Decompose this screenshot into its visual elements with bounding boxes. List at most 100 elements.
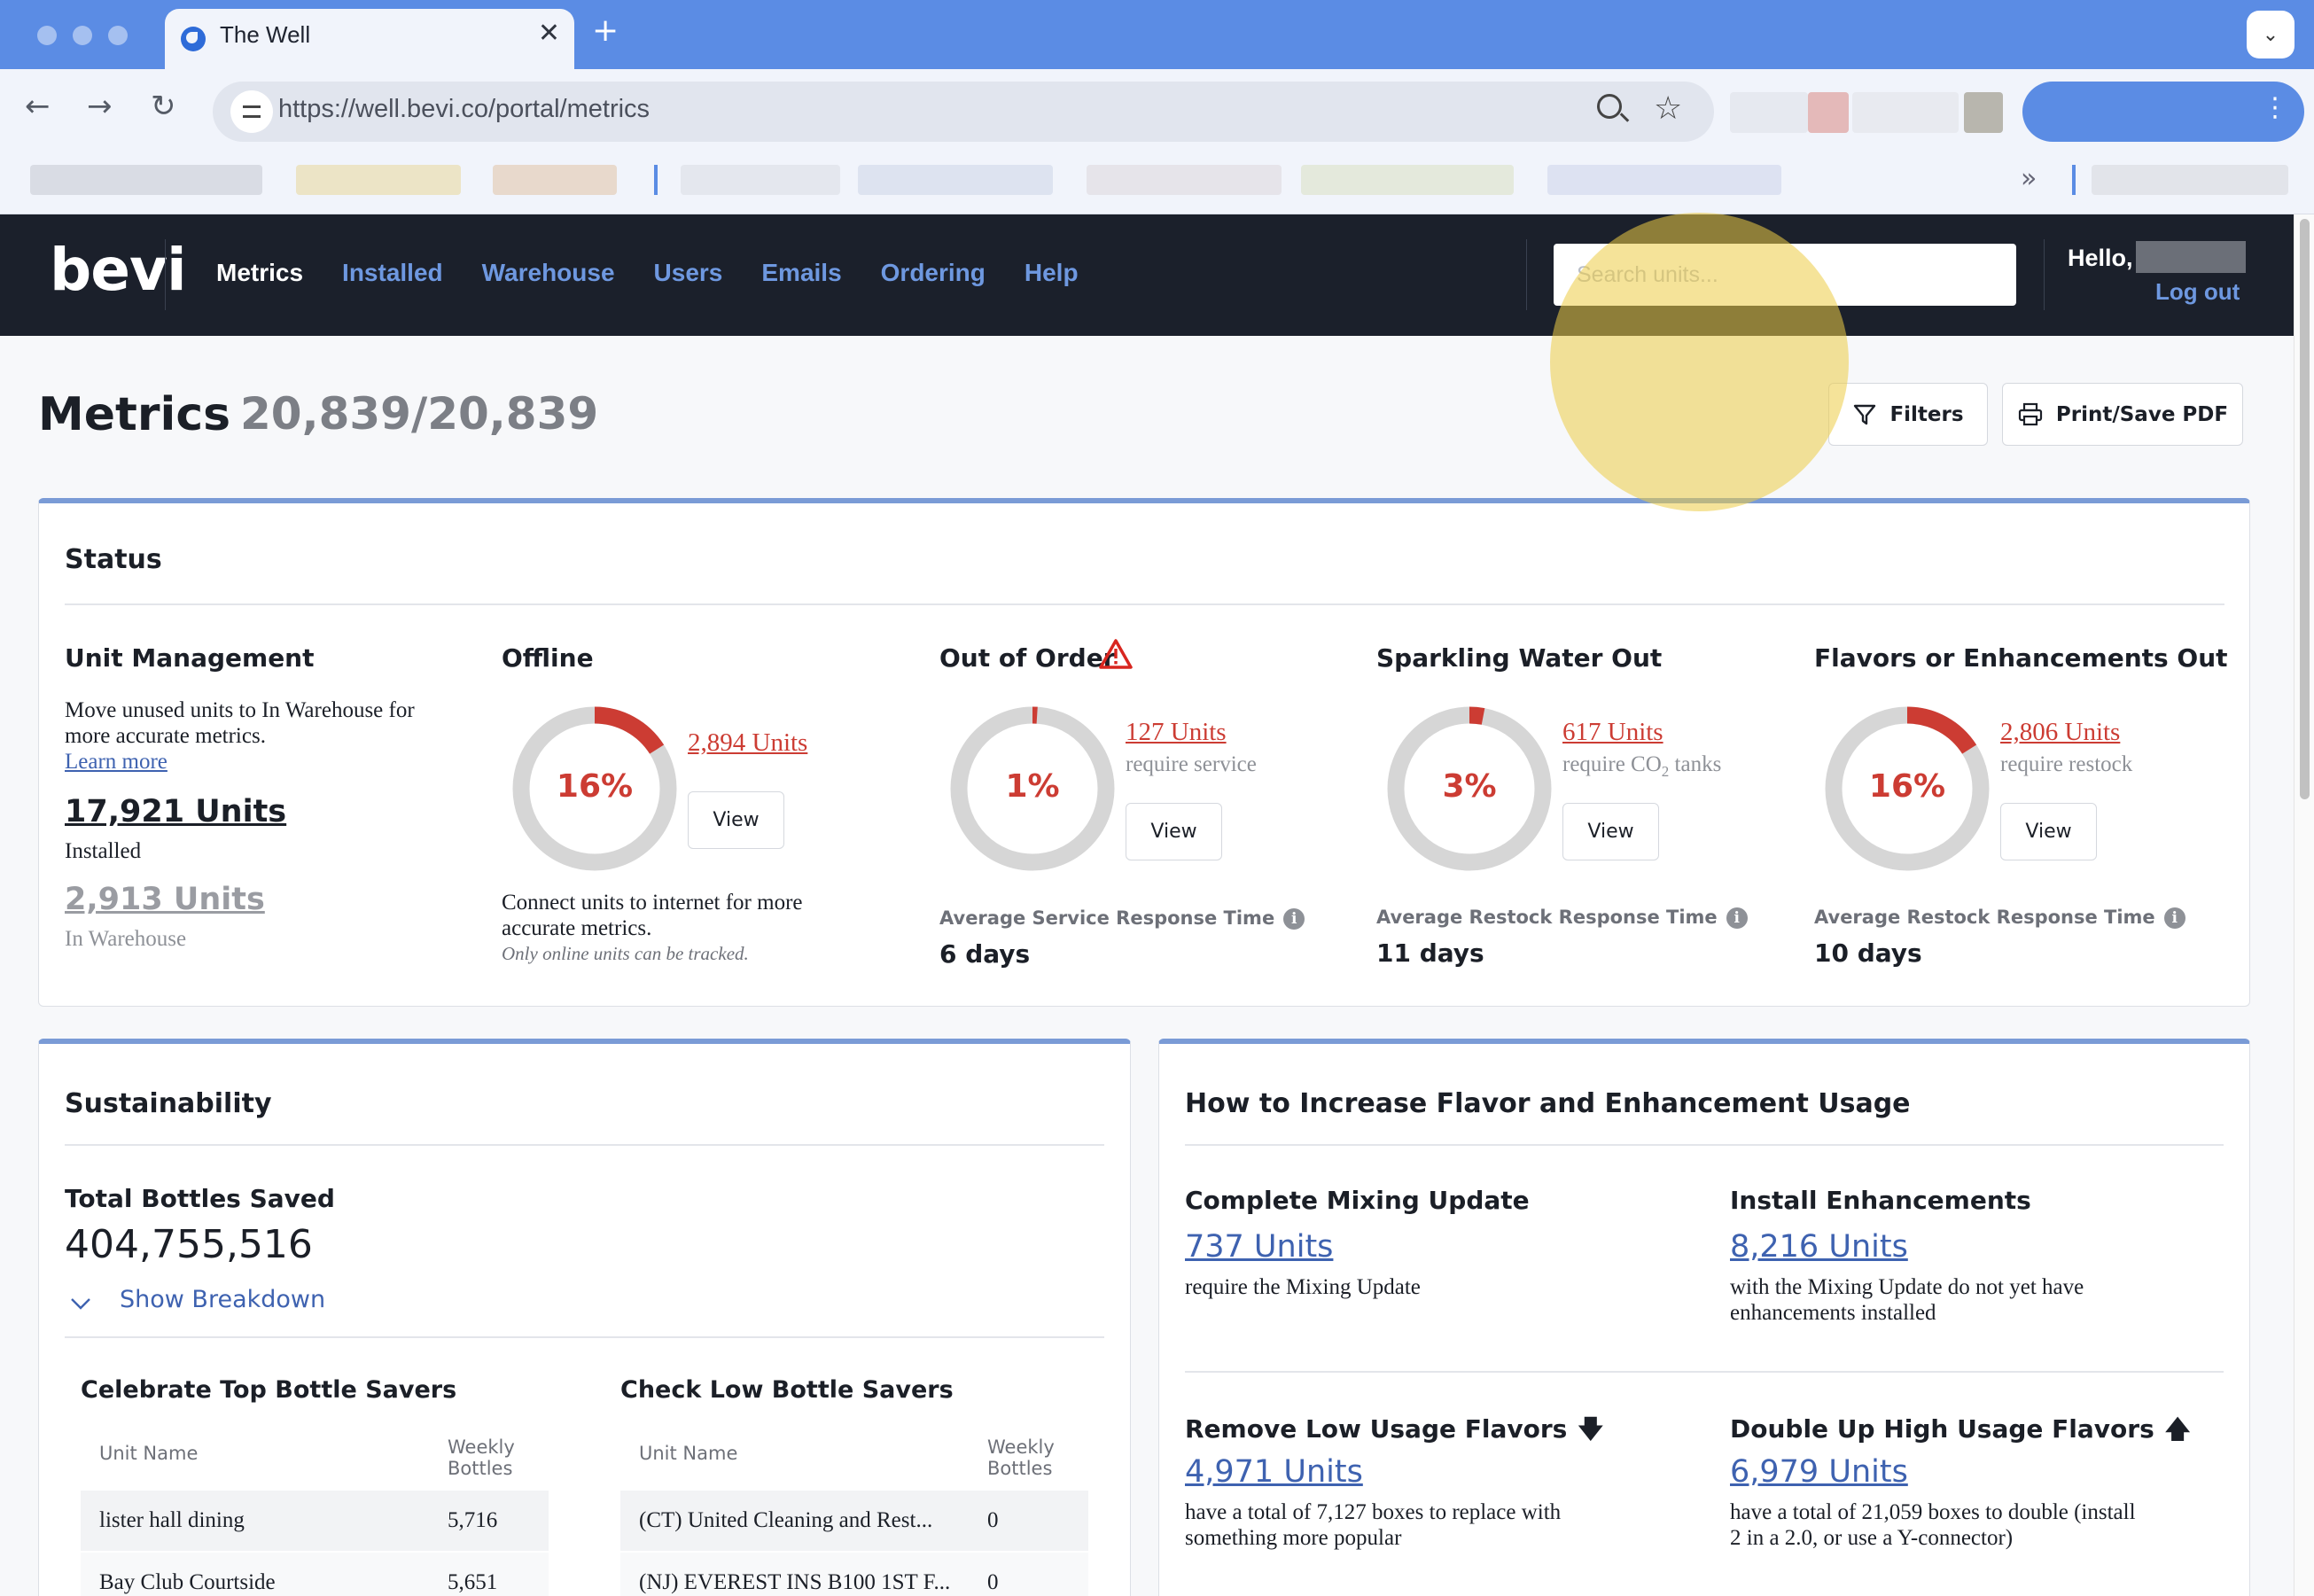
status-title: Status	[65, 544, 162, 575]
bookmark-item[interactable]	[858, 165, 1053, 195]
filters-button[interactable]: Filters	[1828, 383, 1988, 446]
sparkling-units-link[interactable]: 617 Units	[1562, 718, 1663, 747]
sparkling-view-button[interactable]: View	[1562, 803, 1659, 860]
high-usage-sub: have a total of 21,059 boxes to double (…	[1730, 1500, 2136, 1524]
nav-warehouse[interactable]: Warehouse	[482, 259, 615, 287]
low-usage-units-link[interactable]: 4,971 Units	[1185, 1454, 1363, 1490]
search-units-input[interactable]	[1554, 244, 2016, 306]
high-usage-units-link[interactable]: 6,979 Units	[1730, 1454, 1908, 1490]
card-divider	[1185, 1371, 2224, 1373]
nav-users[interactable]: Users	[654, 259, 723, 287]
offline-view-button[interactable]: View	[688, 791, 784, 849]
arrow-up-icon: 🡅	[2164, 1414, 2191, 1444]
flavors-out-title: Flavors or Enhancements Out	[1814, 643, 2228, 673]
extension-icon[interactable]	[1730, 92, 1808, 133]
bookmark-item[interactable]	[493, 165, 617, 195]
warehouse-units-link[interactable]: 2,913 Units	[65, 882, 265, 917]
table-row[interactable]: Bay Club Courtside 5,651	[81, 1553, 549, 1596]
extension-icon[interactable]	[1852, 92, 1959, 133]
forward-icon[interactable]: →	[87, 89, 113, 124]
warehouse-label: In Warehouse	[65, 927, 187, 951]
total-bottles-value: 404,755,516	[65, 1222, 313, 1267]
browser-toolbar: ← → ↻ https://well.bevi.co/portal/metric…	[0, 69, 2314, 156]
flavors-view-button[interactable]: View	[2000, 803, 2097, 860]
main-nav: Metrics Installed Warehouse Users Emails…	[216, 259, 1079, 287]
unit-management-text: more accurate metrics.	[65, 724, 266, 748]
scrollbar-thumb[interactable]	[2300, 219, 2310, 799]
unit-count: 20,839/20,839	[240, 388, 599, 440]
nav-ordering[interactable]: Ordering	[881, 259, 986, 287]
user-name-redacted	[2136, 241, 2246, 273]
tab-close-icon[interactable]: ✕	[538, 18, 560, 49]
table-row[interactable]: (CT) United Cleaning and Rest... 0	[620, 1491, 1088, 1551]
install-enhancements-units-link[interactable]: 8,216 Units	[1730, 1229, 1908, 1265]
chevron-down-icon[interactable]	[70, 1296, 91, 1311]
extension-icon[interactable]	[1964, 92, 2003, 133]
out-of-order-view-button[interactable]: View	[1126, 803, 1222, 860]
app-header: bevi Metrics Installed Warehouse Users E…	[0, 214, 2294, 336]
table-row[interactable]: (NJ) EVEREST INS B100 1ST F... 0	[620, 1553, 1088, 1596]
new-tab-icon[interactable]: +	[592, 12, 619, 49]
bookmark-item[interactable]	[681, 165, 840, 195]
bookmark-item[interactable]	[1547, 165, 1781, 195]
nav-metrics[interactable]: Metrics	[216, 259, 303, 287]
extension-icon[interactable]	[1808, 92, 1849, 133]
url-text[interactable]: https://well.bevi.co/portal/metrics	[278, 95, 650, 124]
close-window-icon[interactable]	[37, 26, 57, 45]
site-settings-icon[interactable]	[230, 90, 273, 133]
address-bar[interactable]: https://well.bevi.co/portal/metrics ☆	[213, 82, 1714, 142]
bookmark-item[interactable]	[296, 165, 461, 195]
offline-percent: 16%	[556, 768, 634, 805]
flavors-percent: 16%	[1868, 768, 1946, 805]
greeting: Hello,	[2068, 245, 2133, 271]
back-icon[interactable]: ←	[25, 89, 51, 124]
nav-installed[interactable]: Installed	[342, 259, 443, 287]
nav-help[interactable]: Help	[1025, 259, 1079, 287]
info-icon[interactable]: i	[1726, 907, 1748, 929]
nav-emails[interactable]: Emails	[761, 259, 841, 287]
maximize-window-icon[interactable]	[108, 26, 128, 45]
printer-icon	[2018, 402, 2042, 425]
offline-note: accurate metrics.	[502, 916, 652, 940]
bookmark-item[interactable]	[1301, 165, 1514, 195]
browser-tab[interactable]: The Well ✕	[165, 9, 574, 69]
column-header-weekly: Weekly	[987, 1436, 1055, 1458]
minimize-window-icon[interactable]	[73, 26, 92, 45]
more-bookmarks-icon[interactable]: »	[2021, 163, 2037, 194]
info-icon[interactable]: i	[1283, 908, 1305, 930]
out-of-order-percent: 1%	[1005, 768, 1060, 805]
unit-management-text: Move unused units to In Warehouse for	[65, 698, 415, 722]
learn-more-link[interactable]: Learn more	[65, 749, 168, 775]
mixing-update-title: Complete Mixing Update	[1185, 1186, 1530, 1215]
profile-button[interactable]: ⋮	[2022, 82, 2304, 142]
show-breakdown-toggle[interactable]: Show Breakdown	[120, 1286, 325, 1313]
total-bottles-label: Total Bottles Saved	[65, 1184, 335, 1213]
card-divider	[1185, 1144, 2224, 1146]
high-usage-sub: 2 in a 2.0, or use a Y-connector)	[1730, 1526, 2014, 1550]
info-icon[interactable]: i	[2163, 907, 2185, 929]
browser-menu-icon[interactable]: ⋮	[2262, 92, 2288, 123]
bookmark-item[interactable]	[1087, 165, 1282, 195]
unit-name-cell: lister hall dining	[99, 1508, 245, 1532]
reload-icon[interactable]: ↻	[151, 89, 176, 124]
offline-units-link[interactable]: 2,894 Units	[688, 728, 807, 758]
low-usage-sub: have a total of 7,127 boxes to replace w…	[1185, 1500, 1562, 1524]
print-save-pdf-button[interactable]: Print/Save PDF	[2002, 383, 2243, 446]
flavors-units-link[interactable]: 2,806 Units	[2000, 718, 2120, 747]
tab-search-chevron-icon[interactable]: ⌄	[2247, 11, 2295, 58]
out-of-order-units-link[interactable]: 127 Units	[1126, 718, 1227, 747]
mixing-update-units-link[interactable]: 737 Units	[1185, 1229, 1333, 1265]
installed-units-link[interactable]: 17,921 Units	[65, 794, 286, 829]
status-card: Status Unit Management Move unused units…	[38, 498, 2250, 1007]
high-usage-title: Double Up High Usage Flavors 🡅	[1730, 1411, 2191, 1453]
sparkling-restock-label-text: Average Restock Response Time	[1376, 907, 1718, 928]
low-usage-sub: something more popular	[1185, 1526, 1402, 1550]
bookmark-item[interactable]	[30, 165, 262, 195]
zoom-icon[interactable]	[1597, 94, 1622, 119]
sustainability-card: Sustainability Total Bottles Saved 404,7…	[38, 1039, 1131, 1596]
logout-link[interactable]: Log out	[2155, 278, 2240, 306]
page-scrollbar[interactable]	[2294, 214, 2314, 1596]
bookmark-item[interactable]	[2092, 165, 2288, 195]
table-row[interactable]: lister hall dining 5,716	[81, 1491, 549, 1551]
bookmark-star-icon[interactable]: ☆	[1654, 90, 1682, 127]
